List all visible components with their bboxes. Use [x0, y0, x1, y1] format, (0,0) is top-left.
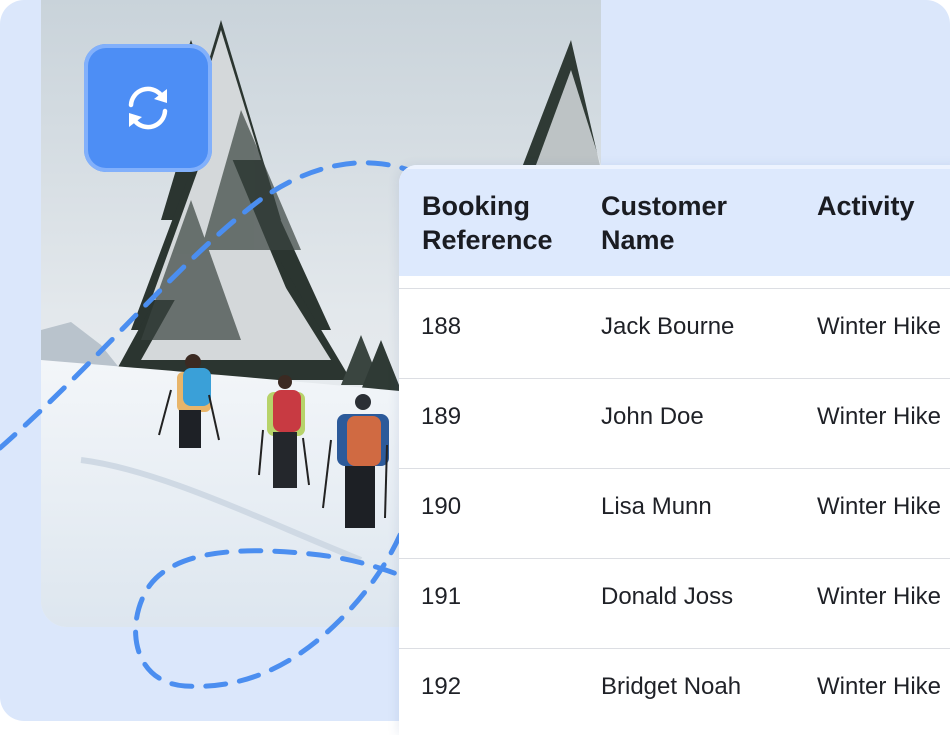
- header-activity[interactable]: Activity: [817, 189, 915, 223]
- table-header: Booking Reference Customer Name Activity: [399, 165, 950, 276]
- cell-activity: Winter Hike: [817, 403, 942, 430]
- cell-customer-name: Lisa Munn: [601, 493, 712, 520]
- table-row[interactable]: 190 Lisa Munn Winter Hike: [399, 468, 950, 559]
- cell-booking-ref: 190: [421, 493, 462, 520]
- cell-activity: Winter Hike: [817, 313, 942, 340]
- cell-booking-ref: 191: [421, 583, 462, 610]
- cell-booking-ref: 188: [421, 313, 462, 340]
- table-row[interactable]: 189 John Doe Winter Hike: [399, 378, 950, 469]
- bookings-table: Booking Reference Customer Name Activity…: [399, 165, 950, 735]
- cell-activity: Winter Hike: [817, 673, 942, 700]
- cell-customer-name: John Doe: [601, 403, 704, 430]
- cell-activity: Winter Hike: [817, 583, 942, 610]
- cell-customer-name: Jack Bourne: [601, 313, 735, 340]
- table-row[interactable]: 188 Jack Bourne Winter Hike: [399, 288, 950, 379]
- sync-icon: [128, 86, 168, 130]
- header-booking-reference[interactable]: Booking Reference: [422, 189, 553, 257]
- cell-customer-name: Donald Joss: [601, 583, 734, 610]
- cell-booking-ref: 192: [421, 673, 462, 700]
- header-customer-name[interactable]: Customer Name: [601, 189, 727, 257]
- cell-activity: Winter Hike: [817, 493, 942, 520]
- cell-customer-name: Bridget Noah: [601, 673, 742, 700]
- sync-badge[interactable]: [84, 44, 212, 172]
- table-row[interactable]: 191 Donald Joss Winter Hike: [399, 558, 950, 649]
- cell-booking-ref: 189: [421, 403, 462, 430]
- table-row[interactable]: 192 Bridget Noah Winter Hike: [399, 648, 950, 735]
